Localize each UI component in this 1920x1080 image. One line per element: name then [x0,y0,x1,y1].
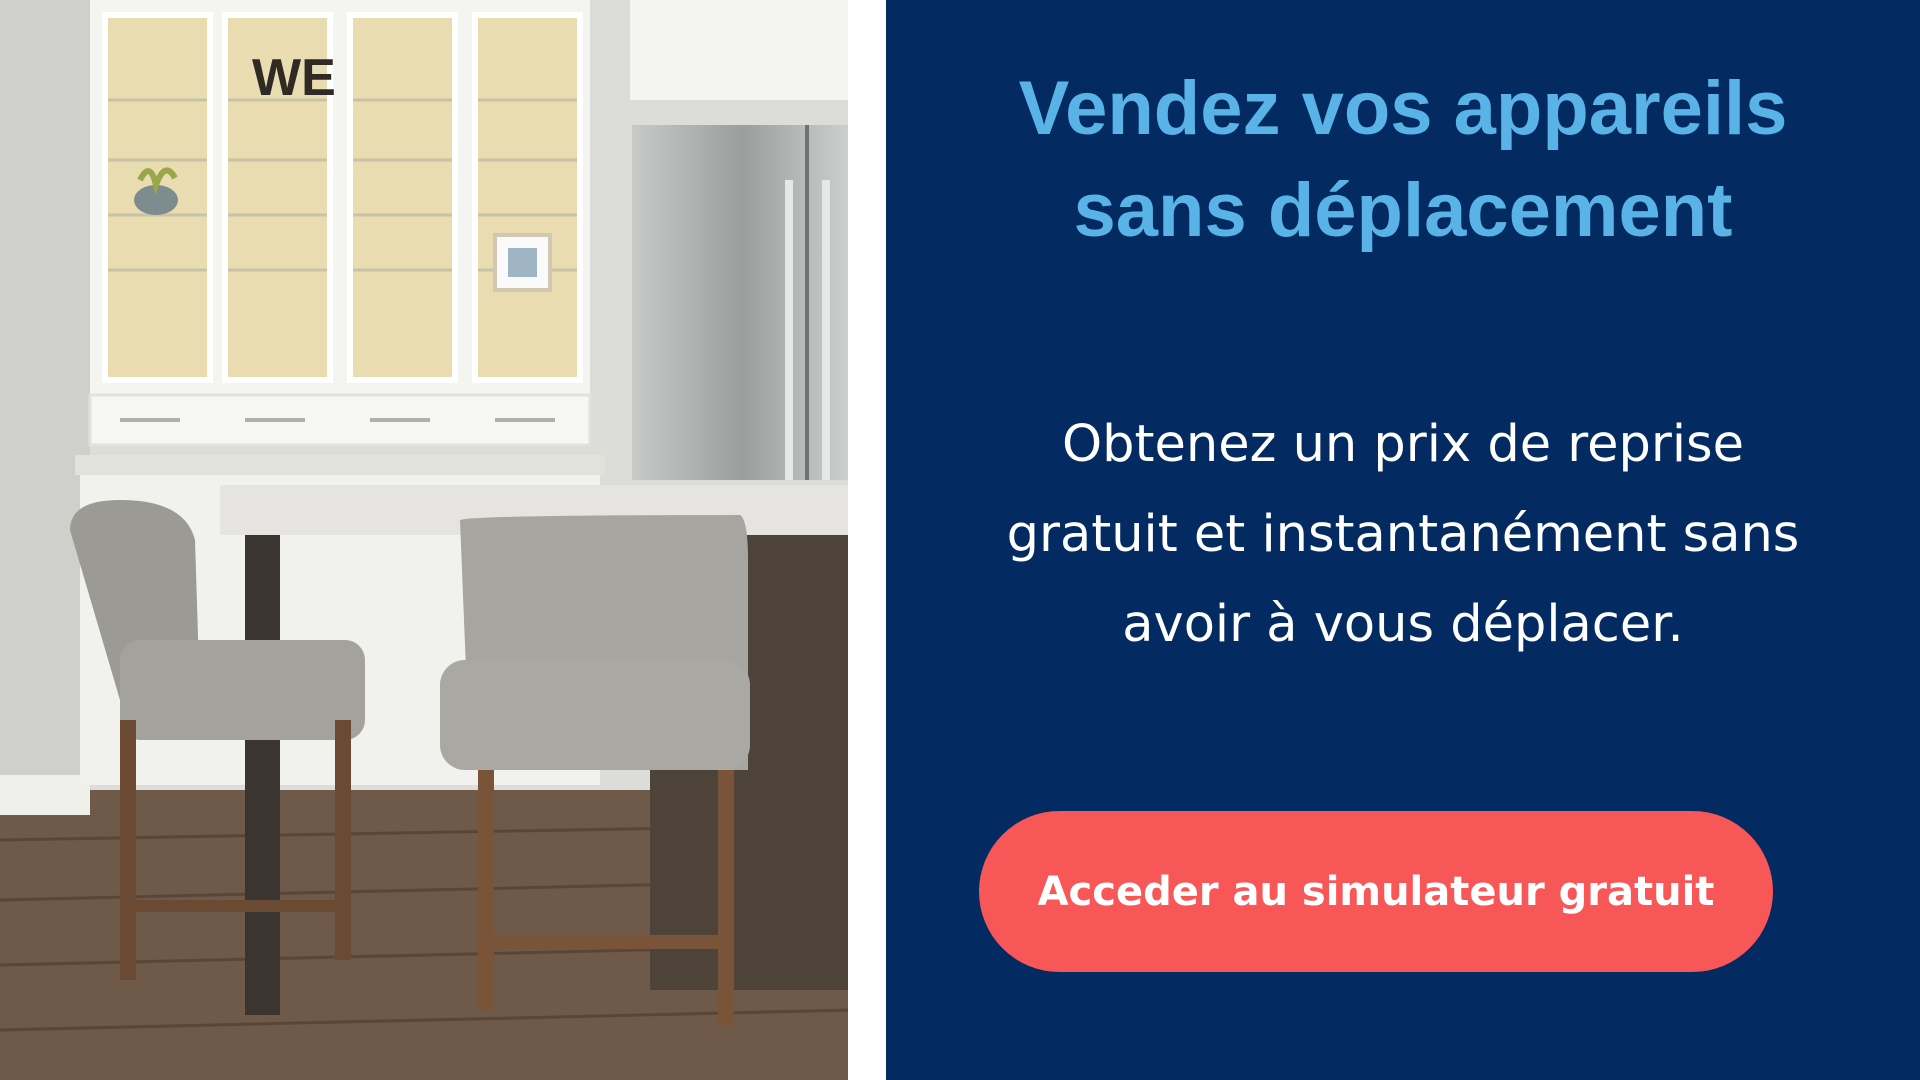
svg-text:WE: WE [252,49,336,107]
body-line-2: gratuit et instantanément sans [1006,505,1800,564]
headline-line-1: Vendez vos appareils [1018,66,1788,151]
promo-panel: Vendez vos appareils sans déplacement Ob… [886,0,1920,1080]
kitchen-photo: WE [0,0,853,1080]
headline: Vendez vos appareils sans déplacement [886,58,1920,262]
body-text: Obtenez un prix de reprise gratuit et in… [946,400,1860,670]
body-line-3: avoir à vous déplacer. [1122,595,1684,654]
headline-line-2: sans déplacement [1073,168,1733,253]
body-line-1: Obtenez un prix de reprise [1062,415,1744,474]
simulator-button[interactable]: Acceder au simulateur gratuit [979,811,1773,972]
